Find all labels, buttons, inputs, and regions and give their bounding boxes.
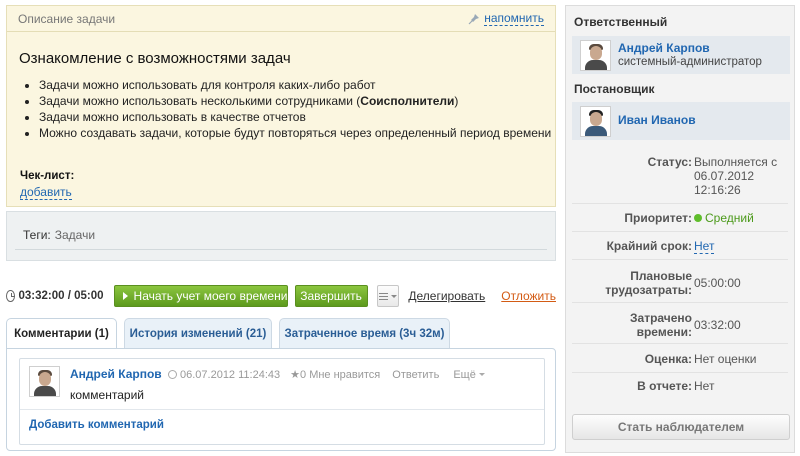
in-report-value: Нет bbox=[694, 379, 715, 393]
tags-row: Теги: Задачи bbox=[15, 220, 547, 250]
comment-card: Андрей Карпов 06.07.2012 11:24:43 ★0 Мне… bbox=[19, 358, 545, 445]
status-value: Выполняется с 06.07.2012 12:16:26 bbox=[694, 155, 778, 197]
reply-link[interactable]: Ответить bbox=[392, 369, 439, 381]
clock-icon bbox=[168, 370, 177, 379]
avatar[interactable] bbox=[580, 40, 611, 71]
task-sidebar: Ответственный Андрей Карпов системный-ад… bbox=[565, 5, 795, 453]
divider bbox=[572, 259, 788, 260]
rating-value: Нет оценки bbox=[694, 352, 757, 366]
star-icon: ★ bbox=[290, 369, 300, 381]
responsible-role: системный-администратор bbox=[618, 56, 762, 68]
priority-value[interactable]: Средний bbox=[694, 211, 754, 225]
creator-name-link[interactable]: Иван Иванов bbox=[618, 113, 696, 127]
comment-text: комментарий bbox=[70, 388, 144, 402]
in-report-label: В отчете: bbox=[637, 379, 692, 393]
divider bbox=[572, 372, 788, 373]
start-time-tracking-button[interactable]: Начать учет моего времени bbox=[113, 285, 288, 307]
list-item: Можно создавать задачи, которые будут по… bbox=[39, 125, 551, 141]
task-description-panel: Описание задачи напомнить Ознакомление с… bbox=[6, 5, 556, 207]
responsible-person: Андрей Карпов системный-администратор bbox=[572, 36, 790, 74]
menu-icon bbox=[378, 292, 388, 300]
tags-value[interactable]: Задачи bbox=[55, 228, 95, 242]
task-description-label: Описание задачи bbox=[18, 11, 116, 26]
deadline-link[interactable]: Нет bbox=[694, 239, 715, 254]
finish-label: Завершить bbox=[300, 289, 362, 303]
divider bbox=[572, 231, 788, 232]
remind-link[interactable]: напомнить bbox=[484, 11, 544, 26]
start-time-tracking-label: Начать учет моего времени bbox=[133, 289, 288, 303]
like-button[interactable]: ★0 Мне нравится bbox=[290, 368, 380, 381]
coexecutors-bold: Соисполнители bbox=[360, 94, 455, 108]
divider bbox=[572, 203, 788, 204]
list-item: Задачи можно использовать для контроля к… bbox=[39, 77, 551, 93]
postpone-link[interactable]: Отложить bbox=[501, 289, 556, 303]
divider bbox=[572, 302, 788, 303]
like-count: 0 bbox=[300, 369, 307, 381]
time-spent-value: 03:32:00 bbox=[694, 318, 741, 332]
status-label: Статус: bbox=[647, 155, 692, 169]
become-watcher-button[interactable]: Стать наблюдателем bbox=[572, 414, 790, 440]
task-bullet-list: Задачи можно использовать для контроля к… bbox=[39, 77, 551, 141]
tab-history[interactable]: История изменений (21) bbox=[124, 318, 272, 348]
remind-control[interactable]: напомнить bbox=[468, 11, 544, 26]
responsible-name-link[interactable]: Андрей Карпов bbox=[618, 41, 710, 55]
task-description-header: Описание задачи напомнить bbox=[7, 6, 555, 32]
divider bbox=[572, 343, 788, 344]
more-menu[interactable]: Ещё bbox=[453, 369, 485, 381]
deadline-label: Крайний срок: bbox=[606, 239, 692, 253]
deadline-value[interactable]: Нет bbox=[694, 239, 715, 254]
finish-button[interactable]: Завершить bbox=[294, 285, 368, 307]
tags-label: Теги: bbox=[23, 227, 51, 242]
checklist-add-link[interactable]: добавить bbox=[20, 186, 72, 200]
comment-author-link[interactable]: Андрей Карпов bbox=[70, 367, 162, 381]
comment-datetime: 06.07.2012 11:24:43 bbox=[180, 368, 281, 381]
delegate-link[interactable]: Делегировать bbox=[408, 289, 485, 303]
tab-comments[interactable]: Комментарии (1) bbox=[6, 318, 117, 349]
actions-menu-button[interactable] bbox=[376, 285, 400, 307]
play-icon bbox=[122, 292, 128, 300]
tags-panel: Теги: Задачи bbox=[6, 211, 556, 261]
checklist-label: Чек-лист: bbox=[20, 170, 75, 182]
planned-effort-label: Плановые трудозатраты: bbox=[605, 269, 692, 297]
comments-panel: Андрей Карпов 06.07.2012 11:24:43 ★0 Мне… bbox=[6, 348, 556, 451]
chevron-down-icon bbox=[390, 294, 397, 298]
tab-time-spent[interactable]: Затраченное время (3ч 32м) bbox=[279, 318, 450, 348]
priority-label: Приоритет: bbox=[624, 211, 692, 225]
task-title: Ознакомление с возможностями задач bbox=[19, 50, 291, 67]
time-spent-label: Затрачено времени: bbox=[630, 311, 692, 339]
task-tabs: Комментарии (1) История изменений (21) З… bbox=[6, 318, 556, 349]
time-tracker: 03:32:00 / 05:00 bbox=[18, 290, 104, 302]
list-item: Задачи можно использовать несколькими со… bbox=[39, 93, 551, 109]
avatar[interactable] bbox=[580, 106, 611, 137]
clock-icon bbox=[6, 290, 15, 302]
task-toolbar: 03:32:00 / 05:00 Начать учет моего време… bbox=[6, 284, 556, 308]
add-comment-link[interactable]: Добавить комментарий bbox=[29, 419, 164, 431]
creator-person: Иван Иванов bbox=[572, 102, 790, 140]
priority-dot-icon bbox=[694, 214, 702, 222]
pin-icon bbox=[468, 13, 480, 24]
creator-heading: Постановщик bbox=[574, 82, 655, 96]
list-item: Задачи можно использовать в качестве отч… bbox=[39, 109, 551, 125]
more-label: Ещё bbox=[453, 368, 476, 381]
chevron-down-icon bbox=[478, 373, 485, 376]
like-label: Мне нравится bbox=[309, 369, 381, 381]
planned-effort-value: 05:00:00 bbox=[694, 276, 741, 290]
comment-meta: 06.07.2012 11:24:43 ★0 Мне нравится Отве… bbox=[168, 368, 485, 381]
avatar[interactable] bbox=[29, 366, 60, 397]
rating-label: Оценка: bbox=[644, 352, 692, 366]
comment-divider bbox=[20, 409, 544, 410]
responsible-heading: Ответственный bbox=[574, 15, 668, 29]
